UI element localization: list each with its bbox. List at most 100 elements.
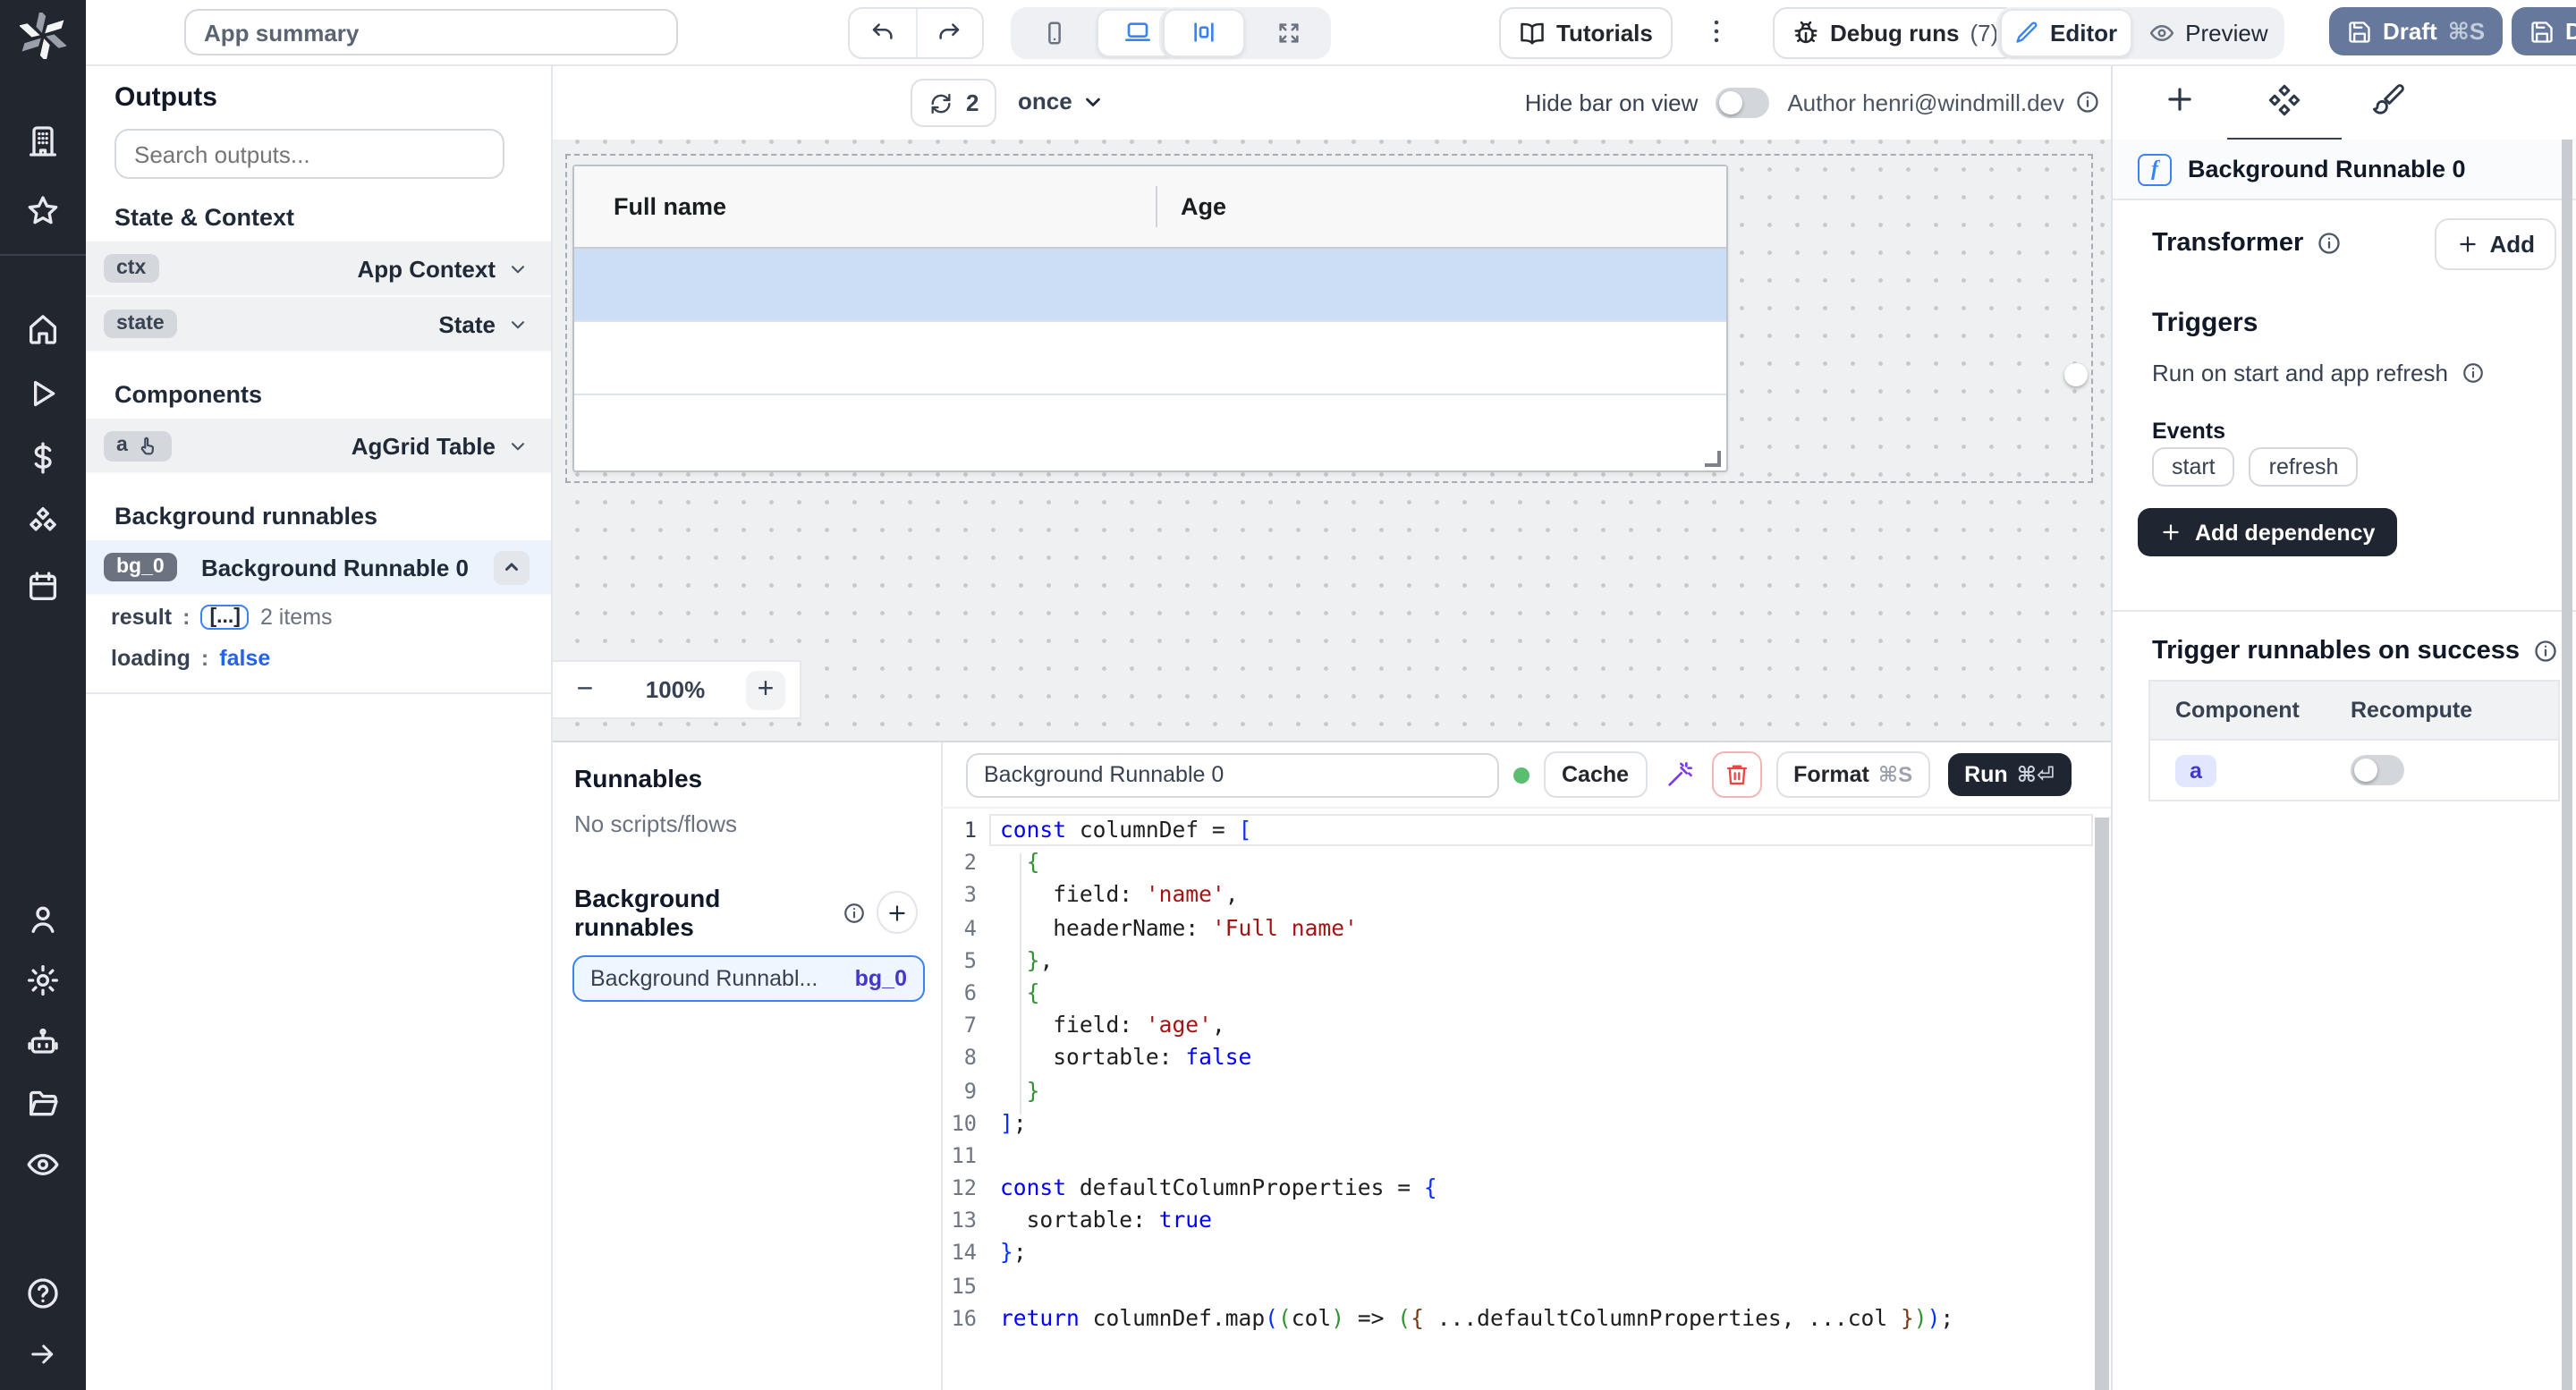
fullscreen-button[interactable] [1249, 10, 1327, 55]
code-line-3[interactable]: 3 field: 'name', [941, 879, 2111, 911]
code-line-8[interactable]: 8 sortable: false [941, 1042, 2111, 1074]
add-dependency-button[interactable]: Add dependency [2138, 508, 2396, 556]
code-line-4[interactable]: 4 headerName: 'Full name' [941, 911, 2111, 944]
editor-scrollbar[interactable] [2095, 818, 2109, 1390]
code-line-9[interactable]: 9 } [941, 1074, 2111, 1106]
preview-mode-tab[interactable]: Preview [2135, 10, 2281, 55]
column-header-full-name[interactable]: Full name [574, 193, 726, 220]
recompute-toggle[interactable] [2351, 755, 2404, 785]
bot-icon[interactable] [25, 1025, 61, 1061]
output-row-bg0[interactable]: bg_0 Background Runnable 0 [86, 540, 551, 596]
add-transformer-label: Add [2489, 231, 2535, 258]
hide-bar-toggle[interactable] [1716, 87, 1769, 117]
code-lines[interactable]: 1const columnDef = [2 {3 field: 'name',4… [941, 807, 2111, 1390]
star-icon[interactable] [25, 193, 61, 229]
code-line-7[interactable]: 7 field: 'age', [941, 1009, 2111, 1041]
info-icon[interactable] [2075, 89, 2100, 114]
more-menu-button[interactable] [1701, 14, 1732, 48]
chevron-up-icon[interactable] [494, 550, 530, 584]
calendar-icon[interactable] [25, 569, 61, 605]
editor-mode-tab[interactable]: Editor [2000, 8, 2131, 56]
undo-button[interactable] [850, 9, 915, 57]
eye-icon[interactable] [25, 1147, 61, 1182]
chevron-down-icon[interactable] [506, 312, 530, 335]
insert-component-tab[interactable] [2163, 82, 2197, 125]
home-icon[interactable] [25, 311, 61, 347]
delete-runnable-button[interactable] [1711, 751, 1761, 798]
code-line-11[interactable]: 11 [941, 1140, 2111, 1172]
run-policy-dropdown[interactable]: once [1018, 79, 1106, 123]
add-runnable-button[interactable] [877, 891, 918, 934]
output-row-component-a[interactable]: a AgGrid Table [86, 419, 551, 474]
resize-corner-icon[interactable] [1705, 451, 1721, 467]
info-icon[interactable] [843, 901, 866, 924]
chevron-down-icon[interactable] [506, 257, 530, 280]
styling-tab[interactable] [2370, 82, 2404, 125]
mode-segmented-control: Editor Preview [1996, 6, 2284, 58]
info-icon[interactable] [2461, 361, 2484, 385]
cache-button[interactable]: Cache [1544, 751, 1647, 798]
runnable-name-input[interactable] [966, 752, 1499, 797]
output-row-state[interactable]: state State [86, 297, 551, 352]
runnable-item-bg0[interactable]: Background Runnabl... bg_0 [572, 955, 925, 1002]
redo-button[interactable] [915, 9, 982, 57]
add-transformer-button[interactable]: Add [2434, 218, 2556, 270]
wand-icon[interactable] [1661, 760, 1697, 789]
arrow-right-icon[interactable] [27, 1338, 59, 1370]
event-chip-start[interactable]: start [2152, 447, 2235, 487]
dollar-icon[interactable] [25, 440, 61, 476]
help-icon[interactable] [25, 1276, 61, 1311]
folder-open-icon[interactable] [25, 1086, 61, 1122]
app-summary-input[interactable] [184, 9, 678, 55]
info-icon[interactable] [2316, 231, 2341, 256]
code-line-14[interactable]: 14}; [941, 1237, 2111, 1269]
aggrid-table-component[interactable]: Full name Age [572, 165, 1728, 472]
output-row-ctx[interactable]: ctx App Context [86, 242, 551, 297]
user-icon[interactable] [25, 902, 61, 937]
refresh-button[interactable]: 2 [911, 79, 996, 127]
play-icon[interactable] [25, 376, 61, 411]
expand-result-button[interactable]: [...] [200, 605, 250, 630]
code-line-13[interactable]: 13 sortable: true [941, 1205, 2111, 1237]
layout-toggle-group [1159, 6, 1331, 58]
chevron-down-icon[interactable] [506, 434, 530, 457]
tutorials-button[interactable]: Tutorials [1499, 7, 1673, 59]
info-icon[interactable] [2532, 639, 2557, 664]
zoom-in-button[interactable]: + [746, 670, 785, 709]
windmill-logo[interactable] [20, 13, 66, 59]
code-line-5[interactable]: 5 }, [941, 945, 2111, 977]
code-line-16[interactable]: 16return columnDef.map((col) => ({ ...de… [941, 1302, 2111, 1335]
center-align-button[interactable] [1163, 8, 1245, 56]
code-line-1[interactable]: 1const columnDef = [ [941, 814, 2111, 846]
cubes-icon[interactable] [25, 504, 61, 540]
event-chip-refresh[interactable]: refresh [2250, 447, 2359, 487]
debug-runs-label: Debug runs [1830, 20, 1959, 47]
deploy-button[interactable]: Deploy [2512, 7, 2576, 55]
search-outputs-input[interactable] [114, 129, 504, 179]
component-settings-tab[interactable] [2267, 82, 2302, 127]
table-row-selected[interactable] [574, 249, 1726, 322]
recompute-table-row: a [2150, 741, 2558, 800]
component-a-chip[interactable]: a [2175, 754, 2216, 786]
building-icon[interactable] [25, 123, 61, 159]
mobile-view-button[interactable] [1014, 10, 1093, 55]
table-row[interactable] [574, 322, 1726, 395]
code-line-10[interactable]: 10]; [941, 1106, 2111, 1139]
format-button[interactable]: Format ⌘S [1775, 751, 1930, 798]
bug-icon [1792, 20, 1819, 47]
table-empty-area [574, 395, 1726, 472]
run-button[interactable]: Run ⌘⏎ [1948, 753, 2071, 796]
code-line-12[interactable]: 12const defaultColumnProperties = { [941, 1172, 2111, 1204]
zoom-out-button[interactable]: − [565, 670, 605, 709]
column-header-age[interactable]: Age [1181, 193, 1226, 220]
code-line-15[interactable]: 15 [941, 1269, 2111, 1301]
column-divider[interactable] [1156, 186, 1157, 227]
code-line-6[interactable]: 6 { [941, 977, 2111, 1009]
draft-button[interactable]: Draft ⌘S [2329, 7, 2503, 55]
hide-bar-label: Hide bar on view [1525, 89, 1699, 115]
debug-runs-button[interactable]: Debug runs (7) [1773, 7, 2018, 59]
right-panel-scrollbar[interactable] [2562, 140, 2572, 1390]
app-canvas[interactable]: Full name Age − 100% + [551, 140, 2111, 741]
code-line-2[interactable]: 2 { [941, 846, 2111, 878]
gear-icon[interactable] [25, 962, 61, 998]
